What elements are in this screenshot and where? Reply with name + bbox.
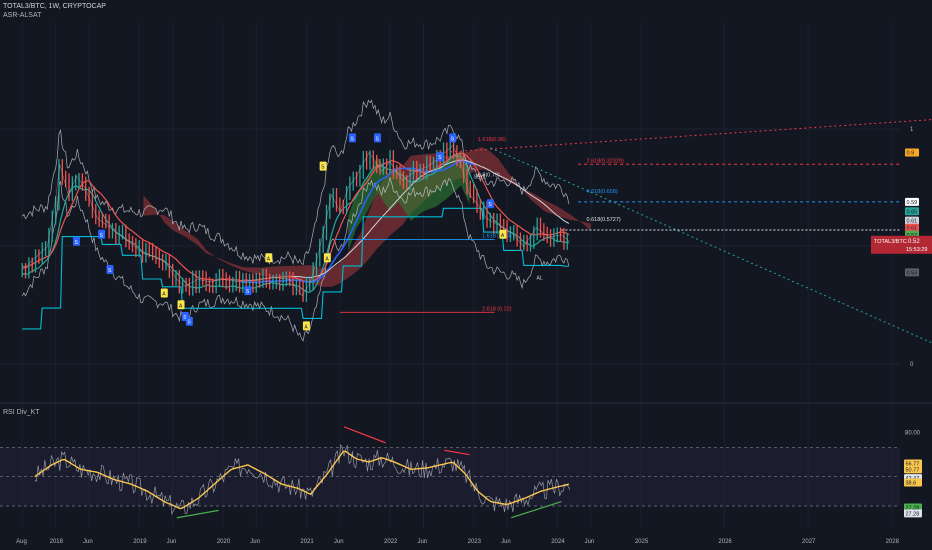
price-scale-tag-text: 0.53	[907, 270, 918, 276]
rsi-axis-tick: 80.00	[905, 431, 921, 437]
fib-label: 2.618 (0.22)	[482, 306, 512, 312]
time-axis-tick: Jun	[585, 539, 595, 545]
signal-label: SELL	[474, 174, 486, 180]
symbol-title[interactable]: TOTAL3/BTC, 1W, CRYPTOCAP	[3, 3, 106, 10]
signal-badge[interactable]: S	[449, 133, 457, 143]
indicator-title[interactable]: ASR-ALSAT	[3, 12, 41, 19]
signal-badge[interactable]: A	[323, 253, 331, 263]
current-price-countdown: 15:53:29	[906, 247, 927, 253]
signal-badge[interactable]: S	[373, 133, 381, 143]
time-axis-tick: 2021	[300, 539, 314, 545]
time-axis-tick: 2025	[635, 539, 649, 545]
fib-label: 0.618(0.5727)	[586, 217, 620, 223]
signal-label: AL	[537, 275, 543, 281]
time-axis-tick: Jun	[417, 539, 427, 545]
price-scale-tag-text: 0.65	[907, 209, 918, 215]
signal-badge[interactable]: S	[106, 265, 114, 274]
signal-badge[interactable]: S	[98, 229, 106, 239]
time-axis-tick: 2028	[886, 539, 900, 545]
signal-badge[interactable]: S	[319, 161, 327, 171]
time-axis-tick: Jun	[83, 539, 93, 545]
signal-badge[interactable]: A	[160, 288, 168, 298]
time-axis-tick: Aug	[16, 539, 27, 545]
fib-label: 4.618(0.658)	[586, 189, 617, 195]
chart-canvas[interactable]: 2.618(0.32329) 4.618(0.658) 0.618(0.5727) 1…	[0, 0, 932, 550]
time-axis-tick: 2027	[802, 539, 816, 545]
time-axis-tick: 2019	[133, 539, 147, 545]
signal-badge[interactable]: S	[244, 286, 252, 296]
fib-label: 1.618 (0.53)	[482, 233, 512, 239]
signal-badge[interactable]: A	[302, 321, 310, 331]
time-axis-tick: 2022	[384, 539, 398, 545]
rsi-scale-tag-text: 50.77	[906, 467, 920, 473]
time-axis-tick: Jun	[167, 539, 177, 545]
time-axis-tick: Jun	[250, 539, 260, 545]
time-axis-tick: 2018	[50, 539, 64, 545]
current-price-value: 0.52	[908, 239, 920, 245]
signal-badge[interactable]: S	[185, 316, 193, 326]
fib-label: 2.618(0.32329)	[586, 158, 623, 164]
time-axis-tick: 2023	[468, 539, 482, 545]
rsi-scale-tag-text: 38.6	[906, 481, 917, 487]
current-price-symbol: TOTAL3/BTC	[874, 239, 907, 245]
signal-badge[interactable]: S	[486, 199, 494, 209]
signal-badge[interactable]: S	[73, 236, 81, 246]
signal-badge[interactable]: A	[265, 253, 273, 263]
price-scale-tag-text: 0.59	[907, 200, 918, 206]
time-axis-tick: Jun	[501, 539, 511, 545]
rsi-scale-tag-text: 27.28	[906, 511, 920, 517]
signal-badge[interactable]: A	[499, 229, 507, 239]
time-axis-tick: 2026	[718, 539, 732, 545]
fib-label: 1.618(0.96)	[478, 137, 506, 143]
rsi-indicator-title[interactable]: RSI Div_KT	[3, 409, 40, 416]
time-axis-tick: 2024	[551, 539, 565, 545]
signal-badge[interactable]: S	[436, 152, 444, 162]
time-axis-tick: Jun	[334, 539, 344, 545]
price-scale-tag-text: 0.9	[907, 151, 915, 157]
signal-badge[interactable]: A	[177, 300, 185, 310]
time-axis-tick: 2020	[217, 539, 231, 545]
signal-badge[interactable]: S	[348, 133, 356, 143]
